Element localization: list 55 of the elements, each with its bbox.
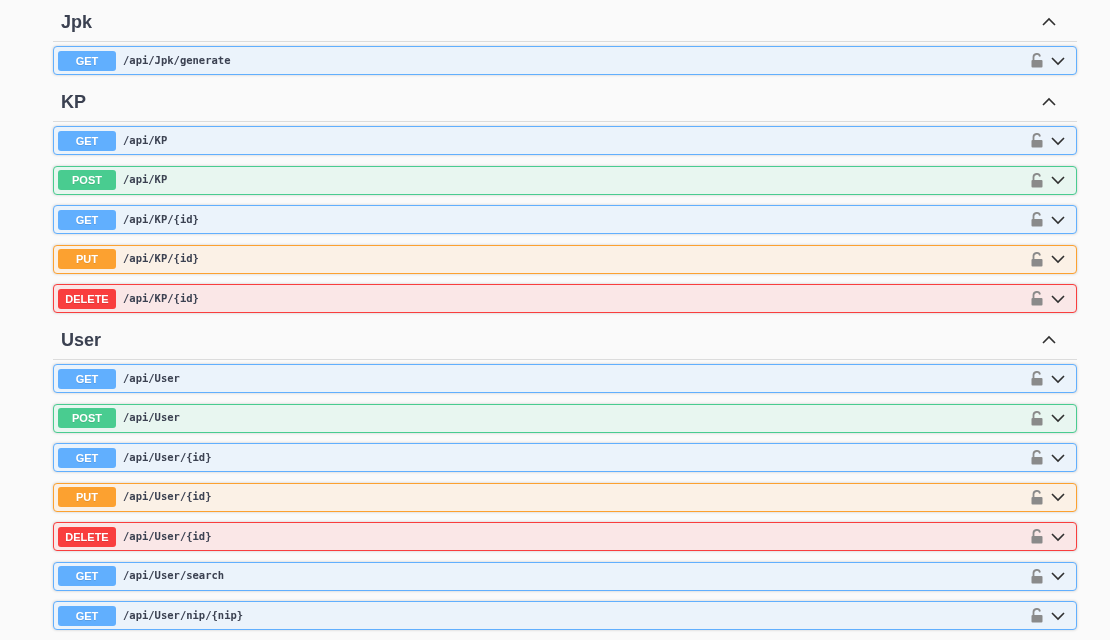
method-badge: PUT [58,487,116,507]
endpoint-path: /api/Jpk/generate [123,52,232,68]
endpoint-path: /api/KP/{id} [123,211,200,227]
unlocked-padlock-icon[interactable] [1031,371,1043,386]
operation-row[interactable]: GET /api/User [53,364,1077,393]
operation-row[interactable]: GET /api/KP/{id} [53,205,1077,234]
method-badge: GET [58,605,116,626]
unlocked-padlock-icon[interactable] [1031,212,1043,227]
endpoint-path: /api/User [123,410,181,426]
unlocked-padlock-icon[interactable] [1031,489,1043,505]
method-badge: POST [58,408,116,428]
method-badge: GET [58,209,116,230]
section-title[interactable]: User [61,325,102,354]
method-badge: POST [58,170,116,190]
operation-row[interactable]: PUT /api/User/{id} [53,482,1077,512]
unlocked-padlock-icon[interactable] [1031,410,1043,426]
endpoint-path: /api/KP/{id} [123,251,200,267]
endpoint-path: /api/KP [123,132,169,148]
section-title[interactable]: Jpk [61,7,93,36]
operation-row[interactable]: GET /api/Jpk/generate [53,46,1077,75]
unlocked-padlock-icon[interactable] [1031,608,1043,623]
endpoint-path: /api/User/{id} [123,528,213,544]
endpoint-path: /api/KP [123,172,169,188]
endpoint-path: /api/User [123,370,181,386]
method-badge: GET [58,566,116,586]
operation-row[interactable]: GET /api/User/nip/{nip} [53,601,1077,630]
operation-row[interactable]: GET /api/User/{id} [53,443,1077,472]
endpoint-path: /api/User/{id} [123,489,213,505]
operation-row[interactable]: GET /api/KP [53,126,1077,155]
endpoint-path: /api/User/nip/{nip} [123,607,245,623]
endpoint-path: /api/User/search [123,568,226,584]
method-badge: GET [58,50,116,71]
endpoint-path: /api/User/{id} [123,449,213,465]
method-badge: PUT [58,249,116,269]
unlocked-padlock-icon[interactable] [1031,251,1043,267]
operation-row[interactable]: PUT /api/KP/{id} [53,244,1077,274]
operation-row[interactable]: DELETE /api/User/{id} [53,522,1077,551]
operation-row[interactable]: GET /api/User/search [53,561,1077,591]
operation-row[interactable]: DELETE /api/KP/{id} [53,284,1077,313]
unlocked-padlock-icon[interactable] [1031,568,1043,584]
section-title[interactable]: KP [61,87,86,116]
operation-row[interactable]: POST /api/User [53,403,1077,433]
method-badge: GET [58,130,116,151]
unlocked-padlock-icon[interactable] [1031,450,1043,465]
unlocked-padlock-icon[interactable] [1031,172,1043,188]
unlocked-padlock-icon[interactable] [1031,133,1043,148]
method-badge: GET [58,447,116,468]
endpoint-path: /api/KP/{id} [123,290,200,306]
method-badge: DELETE [58,288,116,309]
operation-row[interactable]: POST /api/KP [53,165,1077,195]
method-badge: DELETE [58,526,116,547]
unlocked-padlock-icon[interactable] [1031,529,1043,544]
method-badge: GET [58,368,116,389]
unlocked-padlock-icon[interactable] [1031,53,1043,68]
unlocked-padlock-icon[interactable] [1031,291,1043,306]
